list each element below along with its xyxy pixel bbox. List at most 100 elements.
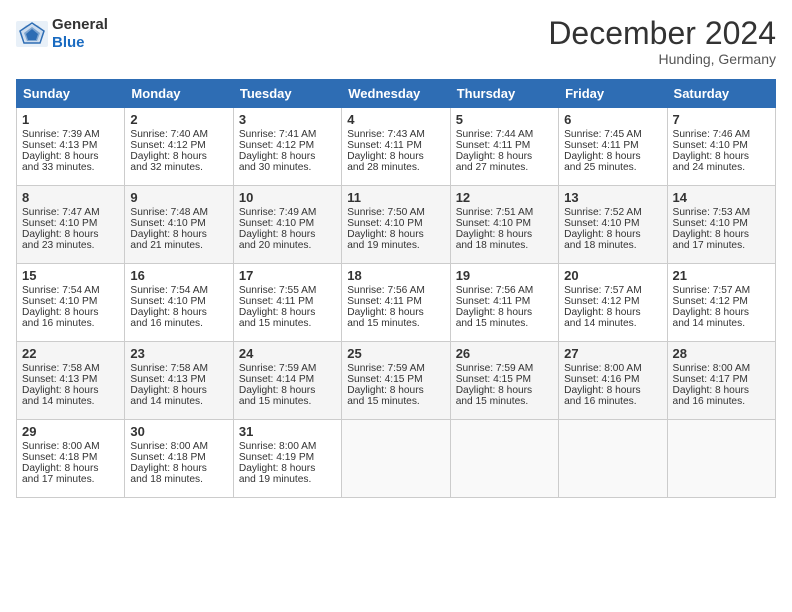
cell-info-line: and 25 minutes. <box>564 162 661 173</box>
cell-info-line: Daylight: 8 hours <box>673 151 770 162</box>
cell-info-line: Daylight: 8 hours <box>239 151 336 162</box>
cell-info-line: Daylight: 8 hours <box>456 307 553 318</box>
calendar-cell: 8Sunrise: 7:47 AMSunset: 4:10 PMDaylight… <box>17 186 125 264</box>
day-of-week-header: Friday <box>559 80 667 108</box>
calendar-cell: 19Sunrise: 7:56 AMSunset: 4:11 PMDayligh… <box>450 264 558 342</box>
day-number: 30 <box>130 424 227 439</box>
cell-info-line: Daylight: 8 hours <box>456 229 553 240</box>
day-number: 23 <box>130 346 227 361</box>
day-number: 9 <box>130 190 227 205</box>
cell-info-line: Sunrise: 8:00 AM <box>22 441 119 452</box>
cell-info-line: Sunrise: 8:00 AM <box>564 363 661 374</box>
calendar-cell: 16Sunrise: 7:54 AMSunset: 4:10 PMDayligh… <box>125 264 233 342</box>
cell-info-line: Sunset: 4:13 PM <box>130 374 227 385</box>
day-number: 3 <box>239 112 336 127</box>
day-of-week-header: Tuesday <box>233 80 341 108</box>
cell-info-line: Daylight: 8 hours <box>239 307 336 318</box>
cell-info-line: Sunrise: 7:55 AM <box>239 285 336 296</box>
cell-info-line: Sunset: 4:10 PM <box>130 218 227 229</box>
cell-info-line: and 23 minutes. <box>22 240 119 251</box>
cell-info-line: Daylight: 8 hours <box>347 385 444 396</box>
day-number: 16 <box>130 268 227 283</box>
cell-info-line: Sunrise: 7:44 AM <box>456 129 553 140</box>
cell-info-line: Daylight: 8 hours <box>130 307 227 318</box>
day-of-week-header: Wednesday <box>342 80 450 108</box>
cell-info-line: Sunrise: 7:39 AM <box>22 129 119 140</box>
cell-info-line: Sunset: 4:10 PM <box>239 218 336 229</box>
cell-info-line: and 33 minutes. <box>22 162 119 173</box>
cell-info-line: Sunset: 4:11 PM <box>239 296 336 307</box>
cell-info-line: Sunset: 4:13 PM <box>22 374 119 385</box>
cell-info-line: Daylight: 8 hours <box>130 463 227 474</box>
cell-info-line: and 14 minutes. <box>130 396 227 407</box>
cell-info-line: Sunrise: 7:58 AM <box>130 363 227 374</box>
calendar-cell: 2Sunrise: 7:40 AMSunset: 4:12 PMDaylight… <box>125 108 233 186</box>
calendar-cell: 4Sunrise: 7:43 AMSunset: 4:11 PMDaylight… <box>342 108 450 186</box>
cell-info-line: Daylight: 8 hours <box>22 463 119 474</box>
cell-info-line: and 16 minutes. <box>22 318 119 329</box>
day-number: 31 <box>239 424 336 439</box>
cell-info-line: Sunrise: 7:56 AM <box>456 285 553 296</box>
cell-info-line: Daylight: 8 hours <box>347 151 444 162</box>
cell-info-line: Sunset: 4:11 PM <box>456 296 553 307</box>
day-number: 11 <box>347 190 444 205</box>
day-number: 15 <box>22 268 119 283</box>
cell-info-line: and 15 minutes. <box>239 396 336 407</box>
calendar-cell: 12Sunrise: 7:51 AMSunset: 4:10 PMDayligh… <box>450 186 558 264</box>
calendar-cell: 18Sunrise: 7:56 AMSunset: 4:11 PMDayligh… <box>342 264 450 342</box>
calendar-week-row: 22Sunrise: 7:58 AMSunset: 4:13 PMDayligh… <box>17 342 776 420</box>
cell-info-line: and 15 minutes. <box>456 318 553 329</box>
calendar-cell <box>342 420 450 498</box>
cell-info-line: Sunset: 4:10 PM <box>22 218 119 229</box>
day-number: 28 <box>673 346 770 361</box>
cell-info-line: Daylight: 8 hours <box>22 151 119 162</box>
cell-info-line: Sunset: 4:16 PM <box>564 374 661 385</box>
cell-info-line: Sunrise: 8:00 AM <box>673 363 770 374</box>
calendar-cell: 7 Sunrise: 7:46 AMSunset: 4:10 PMDaylight… <box>667 108 775 186</box>
day-number: 29 <box>22 424 119 439</box>
day-number: 17 <box>239 268 336 283</box>
cell-info-line: Daylight: 8 hours <box>564 385 661 396</box>
cell-info-line: Sunset: 4:11 PM <box>456 140 553 151</box>
cell-info-line: Sunrise: 7:59 AM <box>347 363 444 374</box>
cell-info-line: Daylight: 8 hours <box>673 229 770 240</box>
cell-info-line: and 32 minutes. <box>130 162 227 173</box>
cell-info-line: and 16 minutes. <box>130 318 227 329</box>
cell-info-line: and 16 minutes. <box>564 396 661 407</box>
cell-info-line: Sunset: 4:19 PM <box>239 452 336 463</box>
cell-info-line: Sunrise: 7:49 AM <box>239 207 336 218</box>
calendar-cell: 24Sunrise: 7:59 AMSunset: 4:14 PMDayligh… <box>233 342 341 420</box>
cell-info-line: Sunset: 4:10 PM <box>673 140 770 151</box>
cell-info-line: Daylight: 8 hours <box>22 385 119 396</box>
cell-info-line: Daylight: 8 hours <box>564 151 661 162</box>
cell-info-line: Sunset: 4:15 PM <box>347 374 444 385</box>
day-number: 20 <box>564 268 661 283</box>
cell-info-line: Sunset: 4:12 PM <box>239 140 336 151</box>
cell-info-line: Daylight: 8 hours <box>239 229 336 240</box>
calendar-cell: 3Sunrise: 7:41 AMSunset: 4:12 PMDaylight… <box>233 108 341 186</box>
day-number: 18 <box>347 268 444 283</box>
day-number: 4 <box>347 112 444 127</box>
cell-info-line: Sunrise: 7:46 AM <box>673 129 770 140</box>
cell-info-line: Daylight: 8 hours <box>564 307 661 318</box>
cell-info-line: and 14 minutes. <box>564 318 661 329</box>
cell-info-line: Daylight: 8 hours <box>456 151 553 162</box>
cell-info-line: and 21 minutes. <box>130 240 227 251</box>
logo-text: General Blue <box>52 16 108 52</box>
cell-info-line: and 18 minutes. <box>564 240 661 251</box>
cell-info-line: Sunrise: 7:45 AM <box>564 129 661 140</box>
cell-info-line: Daylight: 8 hours <box>347 307 444 318</box>
cell-info-line: Daylight: 8 hours <box>456 385 553 396</box>
cell-info-line: Sunrise: 7:58 AM <box>22 363 119 374</box>
cell-info-line: Sunset: 4:12 PM <box>130 140 227 151</box>
cell-info-line: Sunrise: 7:48 AM <box>130 207 227 218</box>
cell-info-line: and 14 minutes. <box>673 318 770 329</box>
day-number: 8 <box>22 190 119 205</box>
calendar-cell: 1Sunrise: 7:39 AMSunset: 4:13 PMDaylight… <box>17 108 125 186</box>
cell-info-line: Sunrise: 7:56 AM <box>347 285 444 296</box>
cell-info-line: and 15 minutes. <box>456 396 553 407</box>
day-number: 7 <box>673 112 770 127</box>
title-block: December 2024 Hunding, Germany <box>548 16 776 67</box>
cell-info-line: and 17 minutes. <box>673 240 770 251</box>
calendar-cell: 28Sunrise: 8:00 AMSunset: 4:17 PMDayligh… <box>667 342 775 420</box>
